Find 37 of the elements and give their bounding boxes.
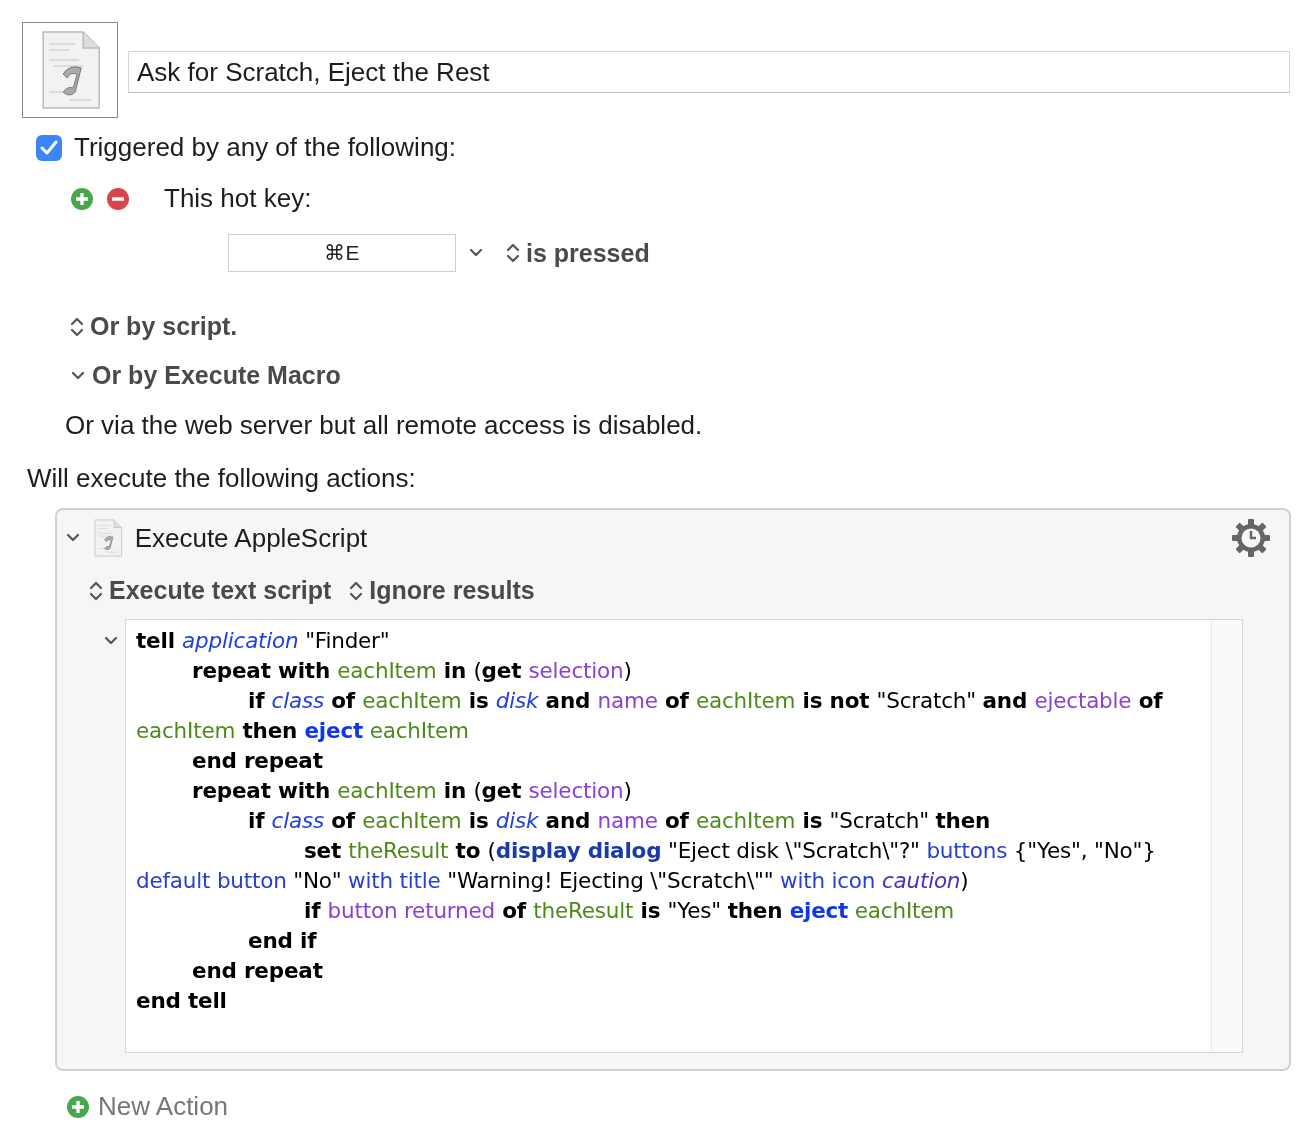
code-line: repeat with eachItem in (get selection) — [191, 657, 633, 685]
up-down-chevron-icon — [89, 579, 103, 602]
gear-clock-icon[interactable] — [1231, 518, 1271, 558]
add-icon[interactable] — [66, 1094, 90, 1119]
code-line: end tell — [136, 987, 228, 1015]
hot-key-field[interactable]: ⌘E — [228, 234, 456, 272]
code-line: end if — [247, 927, 318, 955]
web-server-note: Or via the web server but all remote access is disabled. — [65, 410, 703, 441]
trigger-label: Triggered by any of the following: — [74, 132, 457, 163]
add-trigger-button[interactable] — [70, 186, 94, 211]
action-option-popup[interactable]: Execute text script — [89, 576, 332, 605]
code-line: if button returned of theResult is "Yes" then eject eachItem — [303, 897, 956, 925]
trigger-type-popup[interactable]: Or by script. — [70, 312, 238, 341]
up-down-chevron-icon — [506, 242, 520, 264]
code-line: set theResult to (display dialog "Eject disk \"Scratch\"?" buttons {"Yes", "No"} default button "No" with title "Warning! Ejecting \"Scratch\"" with icon caution) — [136, 837, 1157, 895]
key-condition-popup[interactable]: is pressed — [506, 238, 650, 268]
actions-heading: Will execute the following actions: — [27, 463, 416, 494]
execute-macro-disclosure[interactable]: Or by Execute Macro — [70, 361, 341, 390]
script-document-icon — [93, 519, 123, 557]
code-line: end repeat — [191, 747, 324, 775]
up-down-chevron-icon — [349, 579, 364, 602]
trigger-checkbox[interactable] — [36, 134, 62, 161]
up-down-chevron-icon — [70, 315, 84, 338]
action-option-popup[interactable]: Ignore results — [349, 576, 535, 605]
new-action-button[interactable]: New Action — [66, 1091, 229, 1122]
code-line: repeat with eachItem in (get selection) — [191, 777, 633, 805]
code-line: if class of eachItem is disk and name of eachItem is "Scratch" then — [247, 807, 992, 835]
macro-icon-well[interactable] — [22, 22, 118, 118]
code-line: tell application "Finder" — [136, 627, 391, 655]
hot-key-label: This hot key: — [164, 183, 312, 214]
remove-trigger-button[interactable] — [106, 186, 130, 211]
script-editor[interactable] — [125, 619, 1243, 1053]
code-line: end repeat — [191, 957, 324, 985]
checkmark-icon — [40, 139, 58, 156]
action-title: Execute AppleScript — [134, 522, 369, 554]
code-line: if class of eachItem is disk and name of eachItem is not "Scratch" and ejectable of eachItem then eject eachItem — [136, 687, 1164, 745]
macro-name-field[interactable]: Ask for Scratch, Eject the Rest — [128, 51, 1290, 93]
